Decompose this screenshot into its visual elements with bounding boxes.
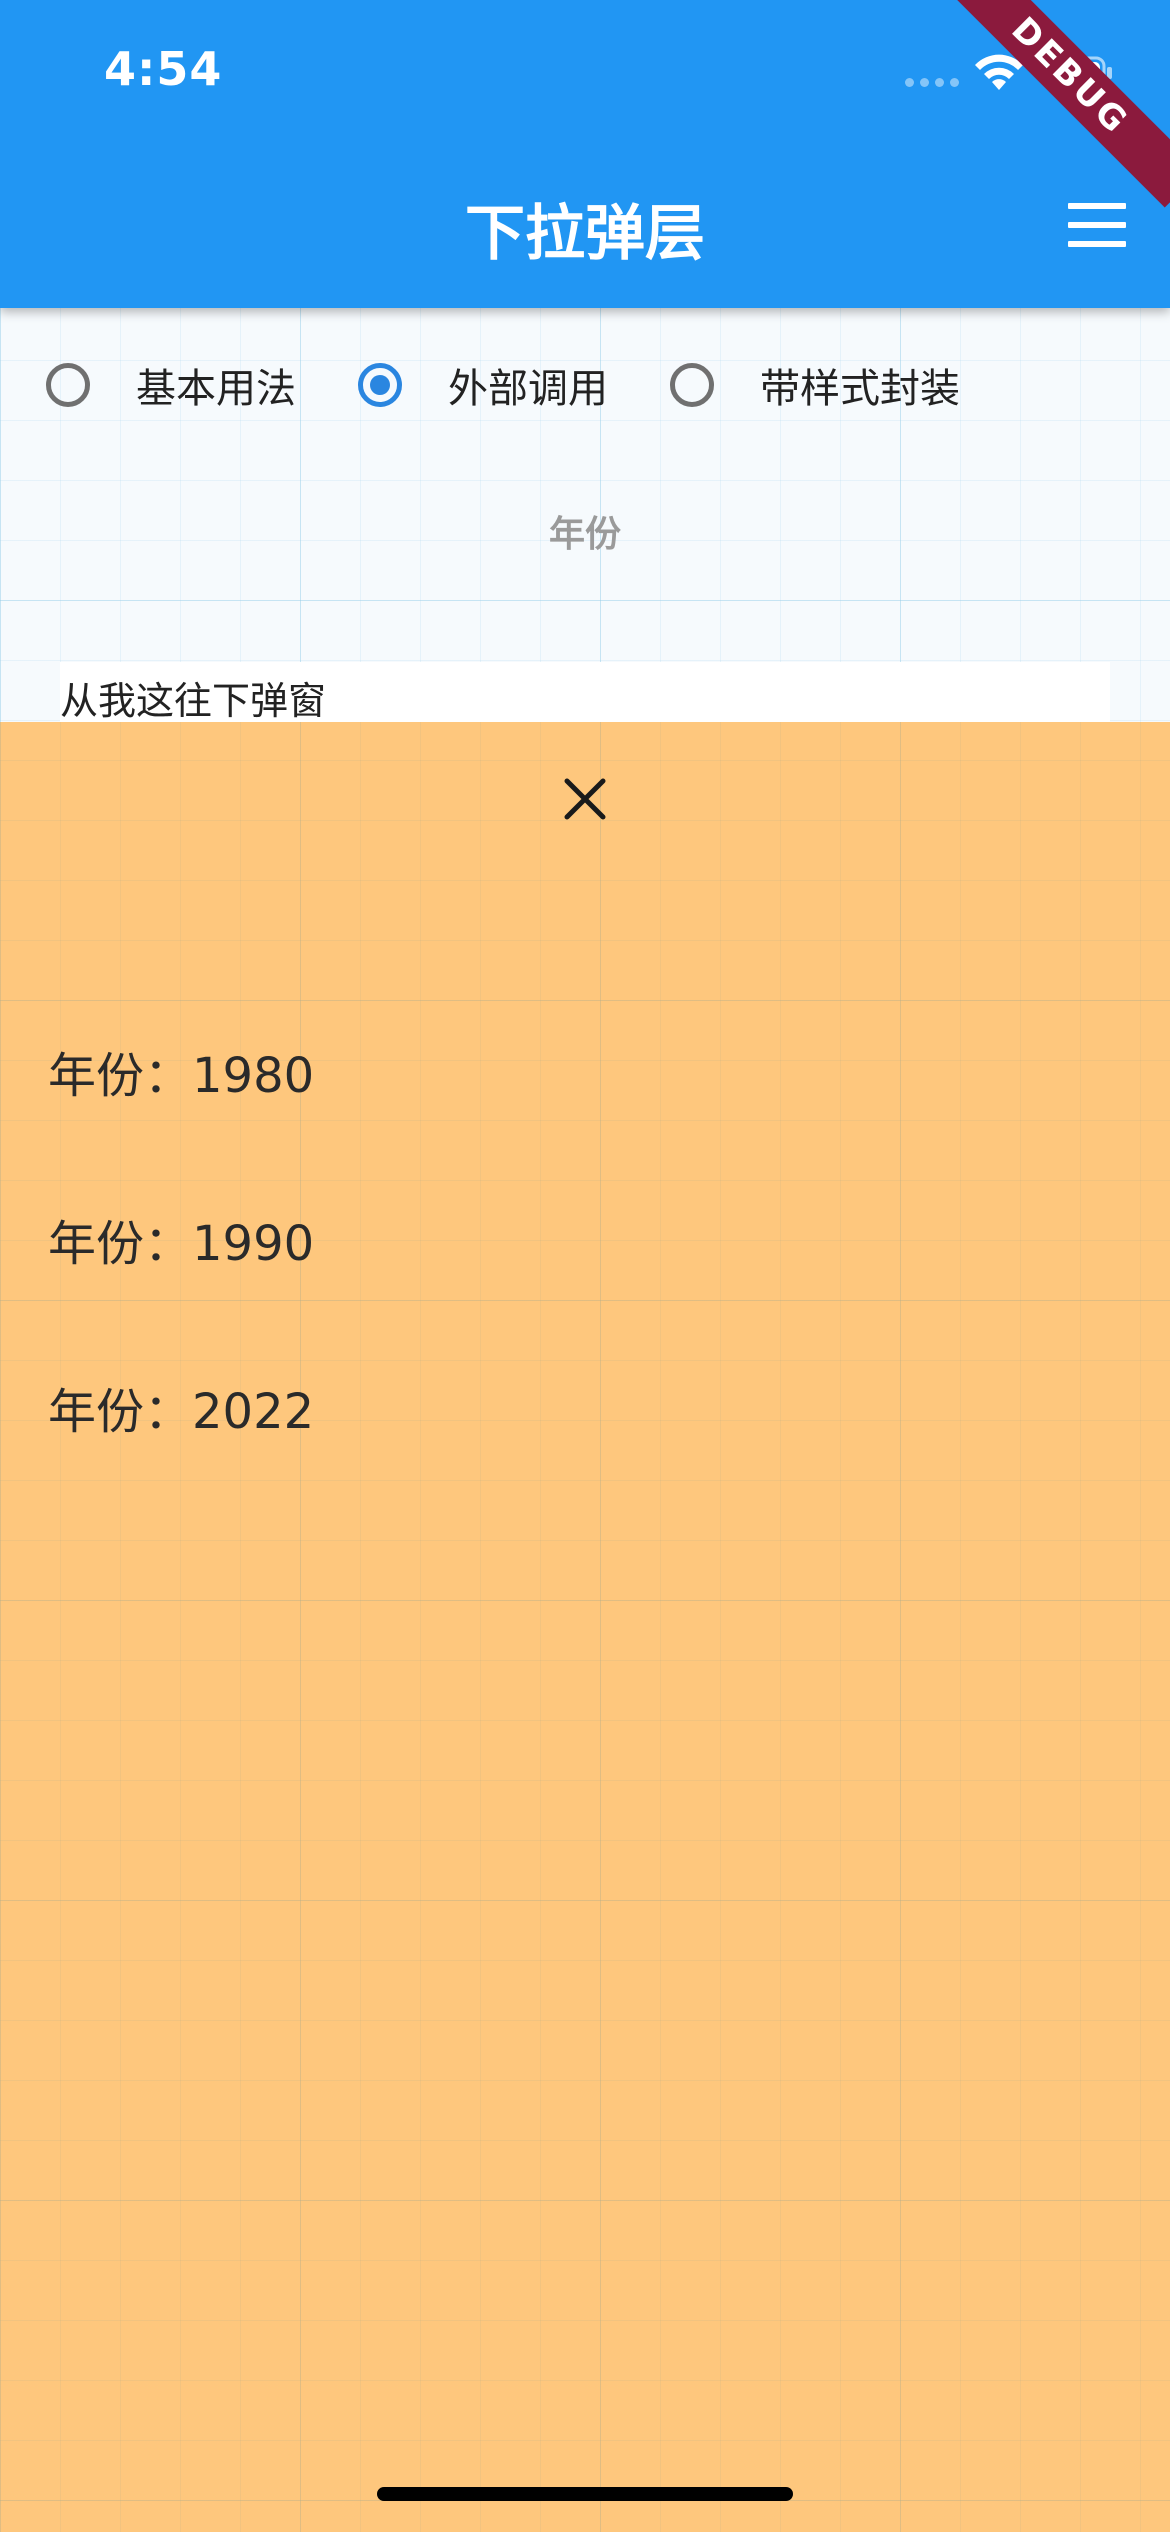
radio-unchecked-icon[interactable] xyxy=(670,363,714,407)
radio-group: 基本用法 外部调用 带样式封装 xyxy=(0,340,1170,430)
close-icon[interactable] xyxy=(555,769,615,829)
menu-icon[interactable] xyxy=(1068,203,1126,247)
debug-banner: DEBUG xyxy=(938,0,1170,208)
radio-styled-wrapper[interactable]: 带样式封装 xyxy=(670,340,960,430)
dropdown-trigger[interactable]: 从我这往下弹窗 xyxy=(60,662,1110,723)
home-indicator[interactable] xyxy=(377,2487,793,2501)
radio-checked-icon[interactable] xyxy=(358,363,402,407)
dropdown-trigger-text: 从我这往下弹窗 xyxy=(60,679,327,723)
year-item-1990[interactable]: 年份：1990 xyxy=(48,1220,1118,1388)
app-bar: 4:54 下拉弹层 DEBUG xyxy=(0,0,1170,308)
radio-label: 基本用法 xyxy=(136,366,296,412)
status-time: 4:54 xyxy=(104,42,223,96)
year-list: 年份：1980 年份：1990 年份：2022 xyxy=(48,1052,1118,1556)
radio-external-call[interactable]: 外部调用 xyxy=(358,340,608,430)
dropdown-panel: 年份：1980 年份：1990 年份：2022 xyxy=(0,722,1170,2532)
year-item-1980[interactable]: 年份：1980 xyxy=(48,1052,1118,1220)
radio-basic-usage[interactable]: 基本用法 xyxy=(46,340,296,430)
radio-label: 带样式封装 xyxy=(760,366,960,412)
radio-unchecked-icon[interactable] xyxy=(46,363,90,407)
year-filter-label[interactable]: 年份 xyxy=(0,505,1170,557)
radio-label: 外部调用 xyxy=(448,366,608,412)
page-title: 下拉弹层 xyxy=(465,199,705,269)
year-item-2022[interactable]: 年份：2022 xyxy=(48,1388,1118,1556)
cellular-signal-icon xyxy=(905,78,959,87)
